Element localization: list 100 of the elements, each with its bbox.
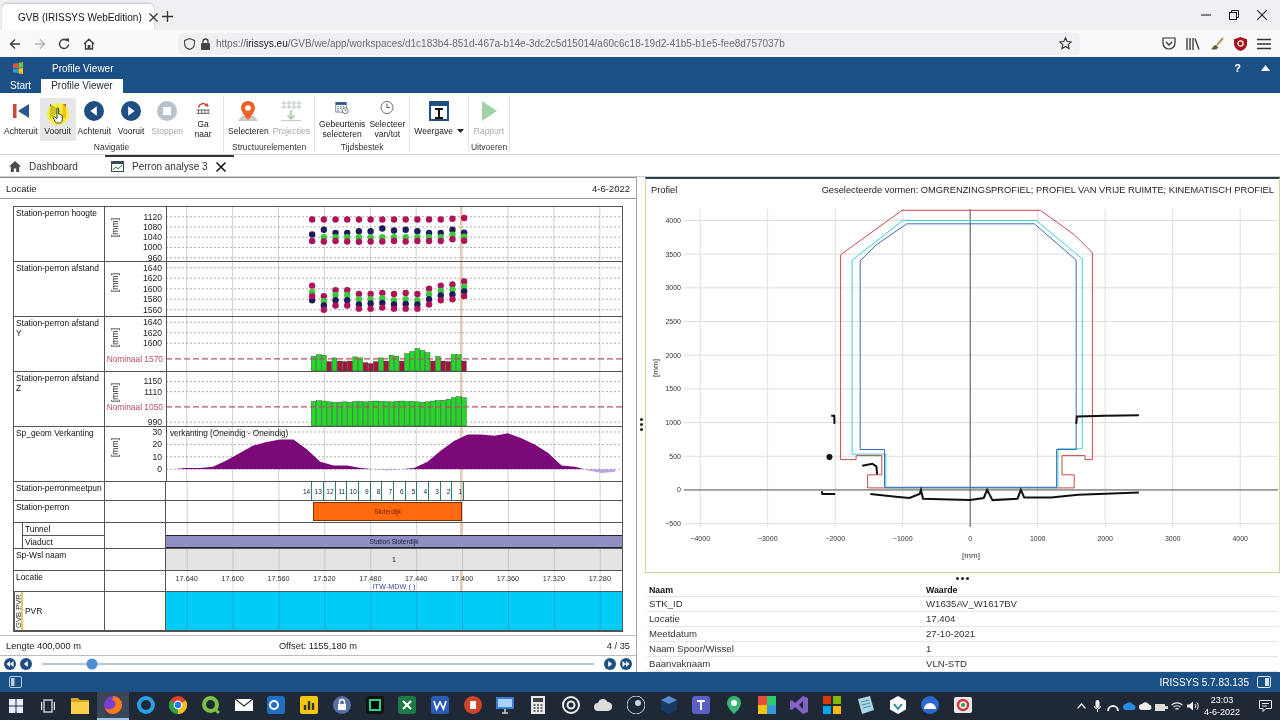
- chart-subtitle: Geselecteerde vormen: OMGRENZINGSPROFIEL; PROFIEL VAN VRIJE RUIMTE; KINEMATISCH PROFIEL: [821, 185, 1274, 195]
- shield-icon[interactable]: [1234, 36, 1247, 51]
- ribbon-tab[interactable]: Start: [0, 79, 42, 93]
- grip-icon[interactable]: [956, 576, 969, 580]
- star-icon[interactable]: [1059, 37, 1072, 50]
- stop-icon: [157, 101, 178, 121]
- ribbon-button[interactable]: Ga naar: [185, 98, 222, 141]
- notification-icon[interactable]: [1259, 700, 1272, 712]
- clock-time[interactable]: 23:03: [1210, 694, 1234, 706]
- ribbon-button[interactable]: Selecteren: [226, 98, 271, 141]
- ribbon-button[interactable]: Vooruit: [39, 98, 76, 141]
- shield-icon: [184, 37, 195, 50]
- address-field[interactable]: https://irissys.eu/GVB/we/app/workspaces/d1c183b4-851d-467a-b14e-3dc2c5d15014/a60c6c18-19d2-41b5-b1e5-fee8d757037b: [178, 32, 1080, 55]
- skip-last-icon[interactable]: [620, 658, 632, 670]
- table-header-cell: Waarde: [924, 583, 1278, 597]
- skip-first-icon[interactable]: [4, 658, 16, 670]
- back-arrow-icon[interactable]: [9, 37, 22, 50]
- tick-label: 1560: [142, 304, 162, 315]
- row-label: PVR: [24, 606, 43, 616]
- ribbon-button[interactable]: Weergave: [412, 98, 466, 141]
- chevron-badge-icon[interactable]: [1162, 37, 1176, 50]
- new-tab-icon[interactable]: [162, 11, 173, 22]
- table-cell: Naam Spoor/Wissel: [647, 642, 924, 657]
- slider-thumb[interactable]: [86, 658, 98, 670]
- tick-label: 960: [147, 252, 162, 261]
- hexagon-icon: [888, 696, 907, 714]
- tick-label: 1080: [142, 221, 162, 232]
- folder-icon: [71, 696, 90, 714]
- menu-icon[interactable]: [1257, 37, 1271, 50]
- tile-icon: [430, 696, 449, 714]
- data-point: [344, 216, 351, 223]
- close-icon[interactable]: [1257, 10, 1267, 20]
- tile-icon: [692, 696, 711, 714]
- brush-icon[interactable]: [1210, 37, 1224, 50]
- tick-label: 10: [152, 451, 162, 462]
- document-tab[interactable]: Dashboard: [3, 155, 101, 176]
- row-label: Station-perronmeetpun: [14, 482, 105, 500]
- data-point: [425, 216, 433, 223]
- ribbon-group-label: Uitvoeren: [470, 141, 508, 153]
- close-icon[interactable]: [215, 161, 226, 172]
- data-point: [402, 216, 409, 223]
- ring-icon: [136, 696, 155, 714]
- row-label: Station-perron afstand Z: [14, 372, 105, 426]
- table-cell: W1635AV_W1617BV: [924, 597, 1278, 612]
- ribbon-tab[interactable]: Profile Viewer: [41, 79, 123, 93]
- data-point: [414, 216, 421, 223]
- task-view-icon[interactable]: [41, 699, 55, 713]
- calculator-icon: [528, 696, 547, 714]
- restore-icon[interactable]: [1229, 10, 1239, 20]
- grip-icon[interactable]: [639, 418, 643, 431]
- reload-icon[interactable]: [58, 37, 71, 50]
- plug-icon[interactable]: [1154, 701, 1168, 711]
- map-pin-icon: [725, 696, 744, 714]
- tick-label: 1600: [142, 338, 162, 349]
- row-label: Viaduct: [24, 536, 54, 549]
- table-cell: 1: [924, 642, 1278, 657]
- ribbon-button[interactable]: Achteruit: [2, 98, 40, 141]
- previous-icon[interactable]: [20, 658, 32, 670]
- skip-back-icon: [10, 101, 31, 121]
- data-point: [460, 214, 468, 222]
- table-cell: 17.404: [924, 612, 1278, 627]
- row-label: Sp-Wsl naam: [14, 549, 105, 570]
- chevron-up-icon[interactable]: [1076, 703, 1086, 709]
- cloud-icon[interactable]: [1138, 702, 1152, 710]
- tick-label: 30: [152, 427, 162, 437]
- wifi-icon[interactable]: [1171, 701, 1183, 711]
- data-point: [355, 216, 363, 223]
- ribbon-button[interactable]: Gebeurtenis selecteren: [317, 98, 368, 141]
- tick-label: 1110: [144, 386, 162, 397]
- length-label: Lengte 400,000 m: [6, 640, 82, 651]
- axis-title: [mm]: [962, 551, 980, 560]
- data-point: [320, 216, 328, 223]
- panel-toggle-icon[interactable]: [9, 676, 22, 688]
- panel-icon[interactable]: [1257, 676, 1271, 688]
- table-cell: Locatie: [647, 612, 924, 627]
- clock-date[interactable]: 4-6-2022: [1204, 706, 1240, 718]
- speaker-icon[interactable]: [1187, 701, 1199, 711]
- monitor-icon: [496, 696, 515, 714]
- ribbon-button[interactable]: Achteruit: [75, 98, 114, 141]
- library-icon[interactable]: [1186, 37, 1200, 50]
- document-tab[interactable]: Perron analyse 3: [105, 155, 234, 176]
- table-cell: STK_ID: [647, 597, 924, 612]
- close-icon[interactable]: [148, 12, 158, 22]
- scan-point: [826, 453, 833, 460]
- home-icon[interactable]: [82, 37, 95, 50]
- data-point: [379, 225, 386, 232]
- data-point: [308, 216, 316, 223]
- table-cell: 27-10-2021: [924, 627, 1278, 642]
- rail-profile-icon: [429, 101, 450, 121]
- ribbon-button[interactable]: Vooruit: [113, 98, 150, 141]
- tile-icon: [365, 696, 384, 714]
- start-icon[interactable]: [9, 699, 23, 713]
- taskbar-app-button[interactable]: [96, 692, 130, 720]
- microphone-icon[interactable]: [1093, 700, 1101, 712]
- collapse-caret-icon[interactable]: [1261, 65, 1270, 71]
- grid-icon: [757, 696, 776, 714]
- next-icon[interactable]: [604, 658, 616, 670]
- help-button[interactable]: ?: [1232, 62, 1243, 74]
- ribbon-button[interactable]: Selecteer van/tot: [367, 98, 408, 141]
- tick-label: 20: [152, 439, 162, 450]
